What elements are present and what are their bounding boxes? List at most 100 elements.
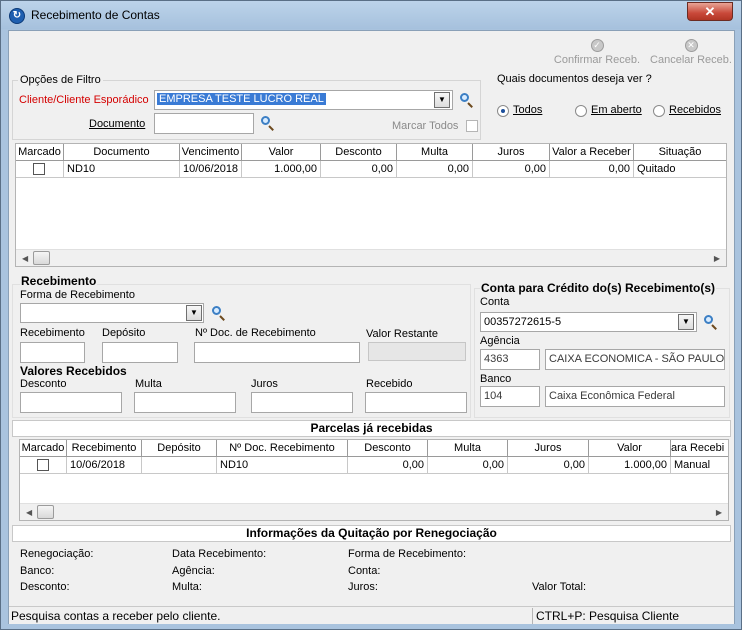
parcelas-title: Parcelas já recebidas <box>12 420 731 437</box>
multa-label: Multa <box>135 378 162 390</box>
cell-deposito <box>142 457 217 474</box>
cancel-receipt-label: Cancelar Receb. <box>650 54 732 66</box>
conta-select-value: 00357272615-5 <box>484 316 562 328</box>
cell-desconto: 0,00 <box>348 457 428 474</box>
forma-recebimento-label: Forma de Recebimento: <box>348 548 466 560</box>
scroll-right-icon[interactable]: ▶ <box>714 254 720 263</box>
client-dropdown-arrow-icon[interactable]: ▼ <box>434 92 450 108</box>
confirm-receipt-button[interactable]: ✓ Confirmar Receb. <box>552 35 642 71</box>
recebido-input[interactable] <box>365 392 467 413</box>
quitacao-title: Informações da Quitação por Renegociação <box>12 525 731 542</box>
forma-search-icon[interactable] <box>212 306 226 321</box>
parcelas-grid-scrollbar[interactable]: ◀ ▶ <box>20 503 728 520</box>
radio-recebidos-label: Recebidos <box>669 104 721 116</box>
radio-em-aberto[interactable] <box>575 105 587 117</box>
multa-input[interactable] <box>134 392 236 413</box>
cell-multa: 0,00 <box>397 161 473 178</box>
document-search-icon[interactable] <box>261 116 275 131</box>
mark-all-checkbox[interactable] <box>466 120 478 132</box>
radio-em-aberto-label: Em aberto <box>591 104 642 116</box>
client-select[interactable]: EMPRESA TESTE LUCRO REAL ▼ <box>154 90 453 110</box>
juros-input[interactable] <box>251 392 353 413</box>
conta-dropdown-arrow-icon[interactable]: ▼ <box>678 314 694 330</box>
docs-view-question: Quais documentos deseja ver ? <box>497 73 652 85</box>
status-bar: Pesquisa contas a receber pelo cliente. … <box>9 606 734 624</box>
forma-select[interactable] <box>20 303 204 323</box>
juros-label: Juros <box>251 378 278 390</box>
col-valor-receber[interactable]: Valor a Receber <box>550 144 634 161</box>
renegociacao-label: Renegociação: <box>20 548 94 560</box>
scrollbar-thumb[interactable] <box>37 505 54 519</box>
conta-info-label: Conta: <box>348 565 381 577</box>
conta-credito-title: Conta para Crédito do(s) Recebimento(s) <box>480 281 717 295</box>
col-documento[interactable]: Documento <box>64 144 180 161</box>
col-nro-doc[interactable]: Nº Doc. Recebimento <box>217 440 348 457</box>
radio-recebidos[interactable] <box>653 105 665 117</box>
radio-todos-label: Todos <box>513 104 543 116</box>
recebimento-date-input[interactable] <box>20 342 85 363</box>
col-multa[interactable]: Multa <box>428 440 508 457</box>
recebimento-title: Recebimento <box>20 274 98 288</box>
row-checkbox[interactable] <box>33 163 45 175</box>
valor-total-label: Valor Total: <box>532 581 587 593</box>
deposito-input[interactable] <box>102 342 178 363</box>
conta-label: Conta <box>480 296 510 308</box>
cell-valor: 1.000,00 <box>242 161 321 178</box>
col-desconto[interactable]: Desconto <box>348 440 428 457</box>
main-panel: ✓ Confirmar Receb. ✕ Cancelar Receb. Opç… <box>8 30 735 624</box>
scroll-left-icon[interactable]: ◀ <box>22 254 28 263</box>
col-recebimento[interactable]: Recebimento <box>67 440 142 457</box>
row-checkbox[interactable] <box>37 459 49 471</box>
contas-grid-scrollbar[interactable]: ◀ ▶ <box>16 249 726 266</box>
close-button[interactable]: ✕ <box>687 2 733 21</box>
col-valor[interactable]: Valor <box>589 440 671 457</box>
col-desconto[interactable]: Desconto <box>321 144 397 161</box>
scroll-left-icon[interactable]: ◀ <box>26 508 32 517</box>
col-marcado[interactable]: Marcado <box>16 144 64 161</box>
nro-doc-label: Nº Doc. de Recebimento <box>195 327 316 339</box>
table-row[interactable]: 10/06/2018 ND10 0,00 0,00 0,00 1.000,00 … <box>20 457 728 474</box>
cancel-icon: ✕ <box>684 39 698 52</box>
table-row[interactable]: ND10 10/06/2018 1.000,00 0,00 0,00 0,00 … <box>16 161 726 178</box>
radio-todos[interactable] <box>497 105 509 117</box>
scrollbar-thumb[interactable] <box>33 251 50 265</box>
col-situacao[interactable]: Situação <box>634 144 726 161</box>
banco-info-label: Banco: <box>20 565 55 577</box>
desconto-input[interactable] <box>20 392 122 413</box>
conta-search-icon[interactable] <box>704 315 718 330</box>
valor-restante-field <box>368 342 466 361</box>
col-forma[interactable]: ara Recebi <box>671 440 728 457</box>
conta-select[interactable]: 00357272615-5 ▼ <box>480 312 697 332</box>
banco-label: Banco <box>480 373 512 385</box>
col-vencimento[interactable]: Vencimento <box>180 144 242 161</box>
valores-recebidos-title: Valores Recebidos <box>20 364 127 378</box>
parcelas-grid-header: Marcado Recebimento Depósito Nº Doc. Rec… <box>20 440 728 457</box>
forma-label: Forma de Recebimento <box>20 289 135 301</box>
cell-marcado <box>20 457 67 474</box>
document-input[interactable] <box>154 113 254 134</box>
app-window: ↻ Recebimento de Contas ✕ ✓ Confirmar Re… <box>0 0 742 630</box>
col-juros[interactable]: Juros <box>473 144 550 161</box>
desconto-label: Desconto <box>20 378 67 390</box>
data-recebimento-label: Data Recebimento: <box>172 548 267 560</box>
col-deposito[interactable]: Depósito <box>142 440 217 457</box>
cell-multa: 0,00 <box>428 457 508 474</box>
cell-documento: ND10 <box>64 161 180 178</box>
cell-juros: 0,00 <box>473 161 550 178</box>
col-juros[interactable]: Juros <box>508 440 589 457</box>
col-multa[interactable]: Multa <box>397 144 473 161</box>
cell-valor: 1.000,00 <box>589 457 671 474</box>
col-marcado[interactable]: Marcado <box>20 440 67 457</box>
cancel-receipt-button[interactable]: ✕ Cancelar Receb. <box>646 35 736 71</box>
forma-dropdown-arrow-icon[interactable]: ▼ <box>186 305 202 321</box>
nro-doc-input[interactable] <box>194 342 360 363</box>
col-valor[interactable]: Valor <box>242 144 321 161</box>
window-title: Recebimento de Contas <box>31 8 160 22</box>
banco-code-field: 104 <box>480 386 540 407</box>
status-shortcut: CTRL+P: Pesquisa Cliente <box>536 609 680 623</box>
scroll-right-icon[interactable]: ▶ <box>716 508 722 517</box>
confirm-receipt-label: Confirmar Receb. <box>553 54 641 66</box>
cell-marcado <box>16 161 64 178</box>
cell-recebimento: 10/06/2018 <box>67 457 142 474</box>
client-search-icon[interactable] <box>460 93 474 108</box>
